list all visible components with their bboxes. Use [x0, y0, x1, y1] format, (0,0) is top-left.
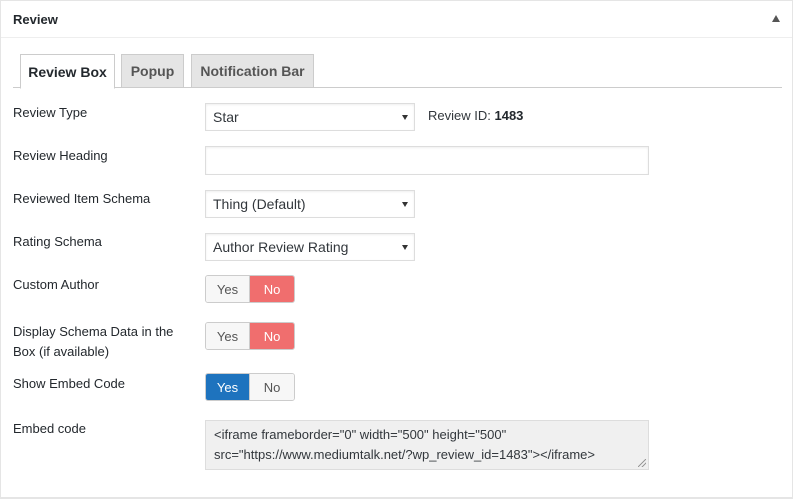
dropdown-caret-icon — [402, 202, 408, 207]
review-type-value: Star — [213, 109, 239, 125]
display-schema-label: Display Schema Data in the Box (if avail… — [13, 322, 173, 362]
tab-notification-bar[interactable]: Notification Bar — [191, 54, 314, 88]
embed-code-textarea[interactable]: <iframe frameborder="0" width="500" heig… — [205, 420, 649, 470]
bottom-divider — [1, 497, 793, 498]
dropdown-caret-icon — [402, 245, 408, 250]
show-embed-switch[interactable]: Yes No — [205, 373, 295, 401]
embed-code-line2: src="https://www.mediumtalk.net/?wp_revi… — [214, 447, 595, 462]
rating-schema-label: Rating Schema — [13, 234, 102, 249]
display-schema-label-line1: Display Schema Data in the — [13, 324, 174, 339]
review-type-label: Review Type — [13, 105, 88, 120]
dropdown-caret-icon — [402, 115, 408, 120]
display-schema-label-line2: Box (if available) — [13, 344, 110, 359]
resize-handle-icon[interactable] — [638, 459, 646, 467]
review-id-value: 1483 — [494, 108, 524, 123]
rating-schema-value: Author Review Rating — [213, 239, 349, 255]
custom-author-no[interactable]: No — [250, 276, 294, 302]
review-heading-input[interactable] — [205, 146, 649, 175]
display-schema-yes[interactable]: Yes — [206, 323, 251, 349]
show-embed-label: Show Embed Code — [13, 376, 126, 391]
show-embed-yes[interactable]: Yes — [206, 374, 251, 400]
custom-author-switch[interactable]: Yes No — [205, 275, 295, 303]
custom-author-yes[interactable]: Yes — [206, 276, 251, 302]
review-panel: Review Review Box Popup Notification Bar… — [0, 0, 793, 499]
item-schema-value: Thing (Default) — [213, 196, 306, 212]
rating-schema-select[interactable]: Author Review Rating — [205, 233, 415, 261]
item-schema-label: Reviewed Item Schema — [13, 191, 151, 206]
review-id: Review ID: 1483 — [428, 108, 523, 123]
review-id-label: Review ID: — [428, 108, 491, 123]
panel-header[interactable]: Review — [1, 1, 792, 38]
display-schema-no[interactable]: No — [250, 323, 294, 349]
tab-review-box[interactable]: Review Box — [20, 54, 115, 89]
review-heading-label: Review Heading — [13, 148, 108, 163]
display-schema-switch[interactable]: Yes No — [205, 322, 295, 350]
embed-code-label: Embed code — [13, 421, 86, 436]
custom-author-label: Custom Author — [13, 277, 99, 292]
tab-popup[interactable]: Popup — [121, 54, 184, 88]
embed-code-line1: <iframe frameborder="0" width="500" heig… — [214, 427, 507, 442]
item-schema-select[interactable]: Thing (Default) — [205, 190, 415, 218]
show-embed-no[interactable]: No — [250, 374, 294, 400]
review-type-select[interactable]: Star — [205, 103, 415, 131]
panel-title: Review — [13, 12, 58, 27]
collapse-arrow-icon[interactable] — [772, 15, 780, 22]
